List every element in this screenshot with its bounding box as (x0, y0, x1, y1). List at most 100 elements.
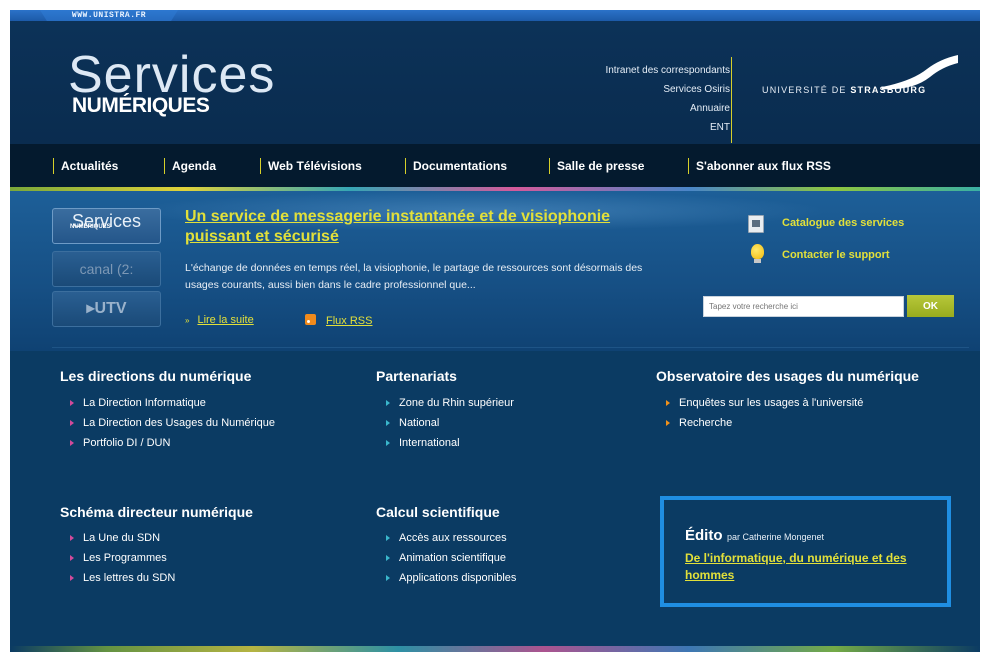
divider (731, 57, 732, 143)
header: Services NUMÉRIQUES Intranet des corresp… (10, 21, 980, 144)
nav-actualites[interactable]: Actualités (53, 158, 118, 174)
thumb-canal2[interactable]: canal (2: (52, 251, 161, 287)
bullet-arrow-icon (386, 575, 390, 581)
list-item[interactable]: National (386, 413, 514, 433)
block-title-directions: Les directions du numérique (60, 368, 252, 384)
thumb-services-sub: NUMÉRIQUES (70, 224, 111, 230)
rss-icon (305, 314, 316, 325)
double-arrow-icon: » (185, 316, 190, 325)
block-title-calcul: Calcul scientifique (376, 504, 500, 520)
list-item-label: Enquêtes sur les usages à l'université (679, 397, 864, 409)
url-tab-label: WWW.UNISTRA.FR (71, 11, 147, 20)
page: WWW.UNISTRA.FR ▼ Services NUMÉRIQUES Int… (10, 10, 980, 652)
bullet-arrow-icon (386, 400, 390, 406)
link-annuaire[interactable]: Annuaire (605, 99, 730, 118)
read-more-link[interactable]: » Lire la suite (185, 314, 254, 326)
list-item-label: International (399, 437, 460, 449)
bullet-arrow-icon (70, 440, 74, 446)
list-item[interactable]: Recherche (666, 413, 863, 433)
list-item-label: Portfolio DI / DUN (83, 437, 171, 449)
edito-heading: Édito par Catherine Mongenet (685, 527, 824, 545)
list-item-label: Recherche (679, 417, 733, 429)
bullet-arrow-icon (386, 555, 390, 561)
nav-salle-de-presse[interactable]: Salle de presse (549, 158, 644, 174)
block-title-schema: Schéma directeur numérique (60, 504, 253, 520)
thumb-services-numeriques[interactable]: Services NUMÉRIQUES (52, 208, 161, 244)
list-item[interactable]: Zone du Rhin supérieur (386, 393, 514, 413)
lightbulb-icon (751, 244, 764, 263)
logo-numeriques[interactable]: NUMÉRIQUES (72, 95, 210, 117)
university-city: STRASBOURG (850, 85, 927, 95)
bullet-arrow-icon (386, 535, 390, 541)
hero-text: L'échange de données en temps réel, la v… (185, 262, 643, 291)
edito-link[interactable]: De l'informatique, du numérique et des h… (685, 550, 935, 584)
list-item[interactable]: Les Programmes (70, 548, 175, 568)
bullet-arrow-icon (386, 420, 390, 426)
list-item-label: Animation scientifique (399, 552, 507, 564)
search-ok-button[interactable]: OK (907, 295, 954, 317)
nav-agenda[interactable]: Agenda (164, 158, 216, 174)
thumb-canal2-label: canal (2: (79, 261, 134, 277)
search-input[interactable] (703, 296, 904, 317)
list-calcul: Accès aux ressources Animation scientifi… (386, 528, 516, 588)
nav-flux-rss[interactable]: S'abonner aux flux RSS (688, 158, 831, 174)
block-title-observatoire: Observatoire des usages du numérique (656, 368, 919, 384)
bullet-arrow-icon (70, 575, 74, 581)
list-item-label: La Direction des Usages du Numérique (83, 417, 275, 429)
list-item-label: La Direction Informatique (83, 397, 206, 409)
list-item[interactable]: Accès aux ressources (386, 528, 516, 548)
nav-web-televisions[interactable]: Web Télévisions (260, 158, 362, 174)
link-osiris[interactable]: Services Osiris (605, 80, 730, 99)
bullet-arrow-icon (70, 400, 74, 406)
divider (52, 347, 969, 348)
list-item[interactable]: Portfolio DI / DUN (70, 433, 275, 453)
bullet-arrow-icon (70, 555, 74, 561)
list-item-label: Zone du Rhin supérieur (399, 397, 514, 409)
edito-title: Édito (685, 527, 723, 544)
list-item[interactable]: La Direction Informatique (70, 393, 275, 413)
list-item-label: National (399, 417, 440, 429)
link-ent[interactable]: ENT (605, 118, 730, 137)
list-item[interactable]: La Direction des Usages du Numérique (70, 413, 275, 433)
list-item-label: Accès aux ressources (399, 532, 507, 544)
list-item-label: Applications disponibles (399, 572, 517, 584)
list-item[interactable]: La Une du SDN (70, 528, 175, 548)
quick-links: Intranet des correspondants Services Osi… (605, 61, 730, 137)
list-directions: La Direction Informatique La Direction d… (70, 393, 275, 453)
list-item[interactable]: Applications disponibles (386, 568, 516, 588)
university-logo[interactable]: UNIVERSITÉ DE STRASBOURG (762, 51, 972, 111)
thumb-utv[interactable]: ▸UTV (52, 291, 161, 327)
edito-byline: par Catherine Mongenet (726, 532, 825, 542)
university-prefix: UNIVERSITÉ DE (762, 85, 851, 95)
bullet-arrow-icon (666, 400, 670, 406)
edito-box: Édito par Catherine Mongenet De l'inform… (660, 496, 951, 607)
bullet-arrow-icon (386, 440, 390, 446)
list-item[interactable]: Animation scientifique (386, 548, 516, 568)
thumb-utv-label: ▸UTV (86, 300, 127, 317)
catalogue-book-icon (748, 215, 764, 233)
rss-label: Flux RSS (326, 315, 373, 327)
read-more-label: Lire la suite (197, 314, 254, 326)
rss-link[interactable]: Flux RSS (305, 314, 372, 327)
list-item[interactable]: Les lettres du SDN (70, 568, 175, 588)
bullet-arrow-icon (70, 420, 74, 426)
support-link[interactable]: Contacter le support (782, 249, 890, 261)
bullet-arrow-icon (70, 535, 74, 541)
bullet-arrow-icon (666, 420, 670, 426)
list-item[interactable]: Enquêtes sur les usages à l'université (666, 393, 863, 413)
list-item[interactable]: International (386, 433, 514, 453)
list-schema: La Une du SDN Les Programmes Les lettres… (70, 528, 175, 588)
bottom-rainbow-stripe (10, 646, 980, 652)
link-intranet[interactable]: Intranet des correspondants (605, 61, 730, 80)
list-item-label: Les Programmes (83, 552, 167, 564)
main-nav: Actualités Agenda Web Télévisions Docume… (10, 144, 980, 187)
block-title-partenariats: Partenariats (376, 368, 457, 384)
nav-documentations[interactable]: Documentations (405, 158, 507, 174)
catalogue-link[interactable]: Catalogue des services (782, 217, 904, 229)
list-observatoire: Enquêtes sur les usages à l'université R… (666, 393, 863, 433)
list-partenariats: Zone du Rhin supérieur National Internat… (386, 393, 514, 453)
university-name: UNIVERSITÉ DE STRASBOURG (762, 85, 926, 95)
hero-title-link[interactable]: Un service de messagerie instantanée et … (185, 207, 665, 247)
list-item-label: La Une du SDN (83, 532, 161, 544)
list-item-label: Les lettres du SDN (83, 572, 176, 584)
